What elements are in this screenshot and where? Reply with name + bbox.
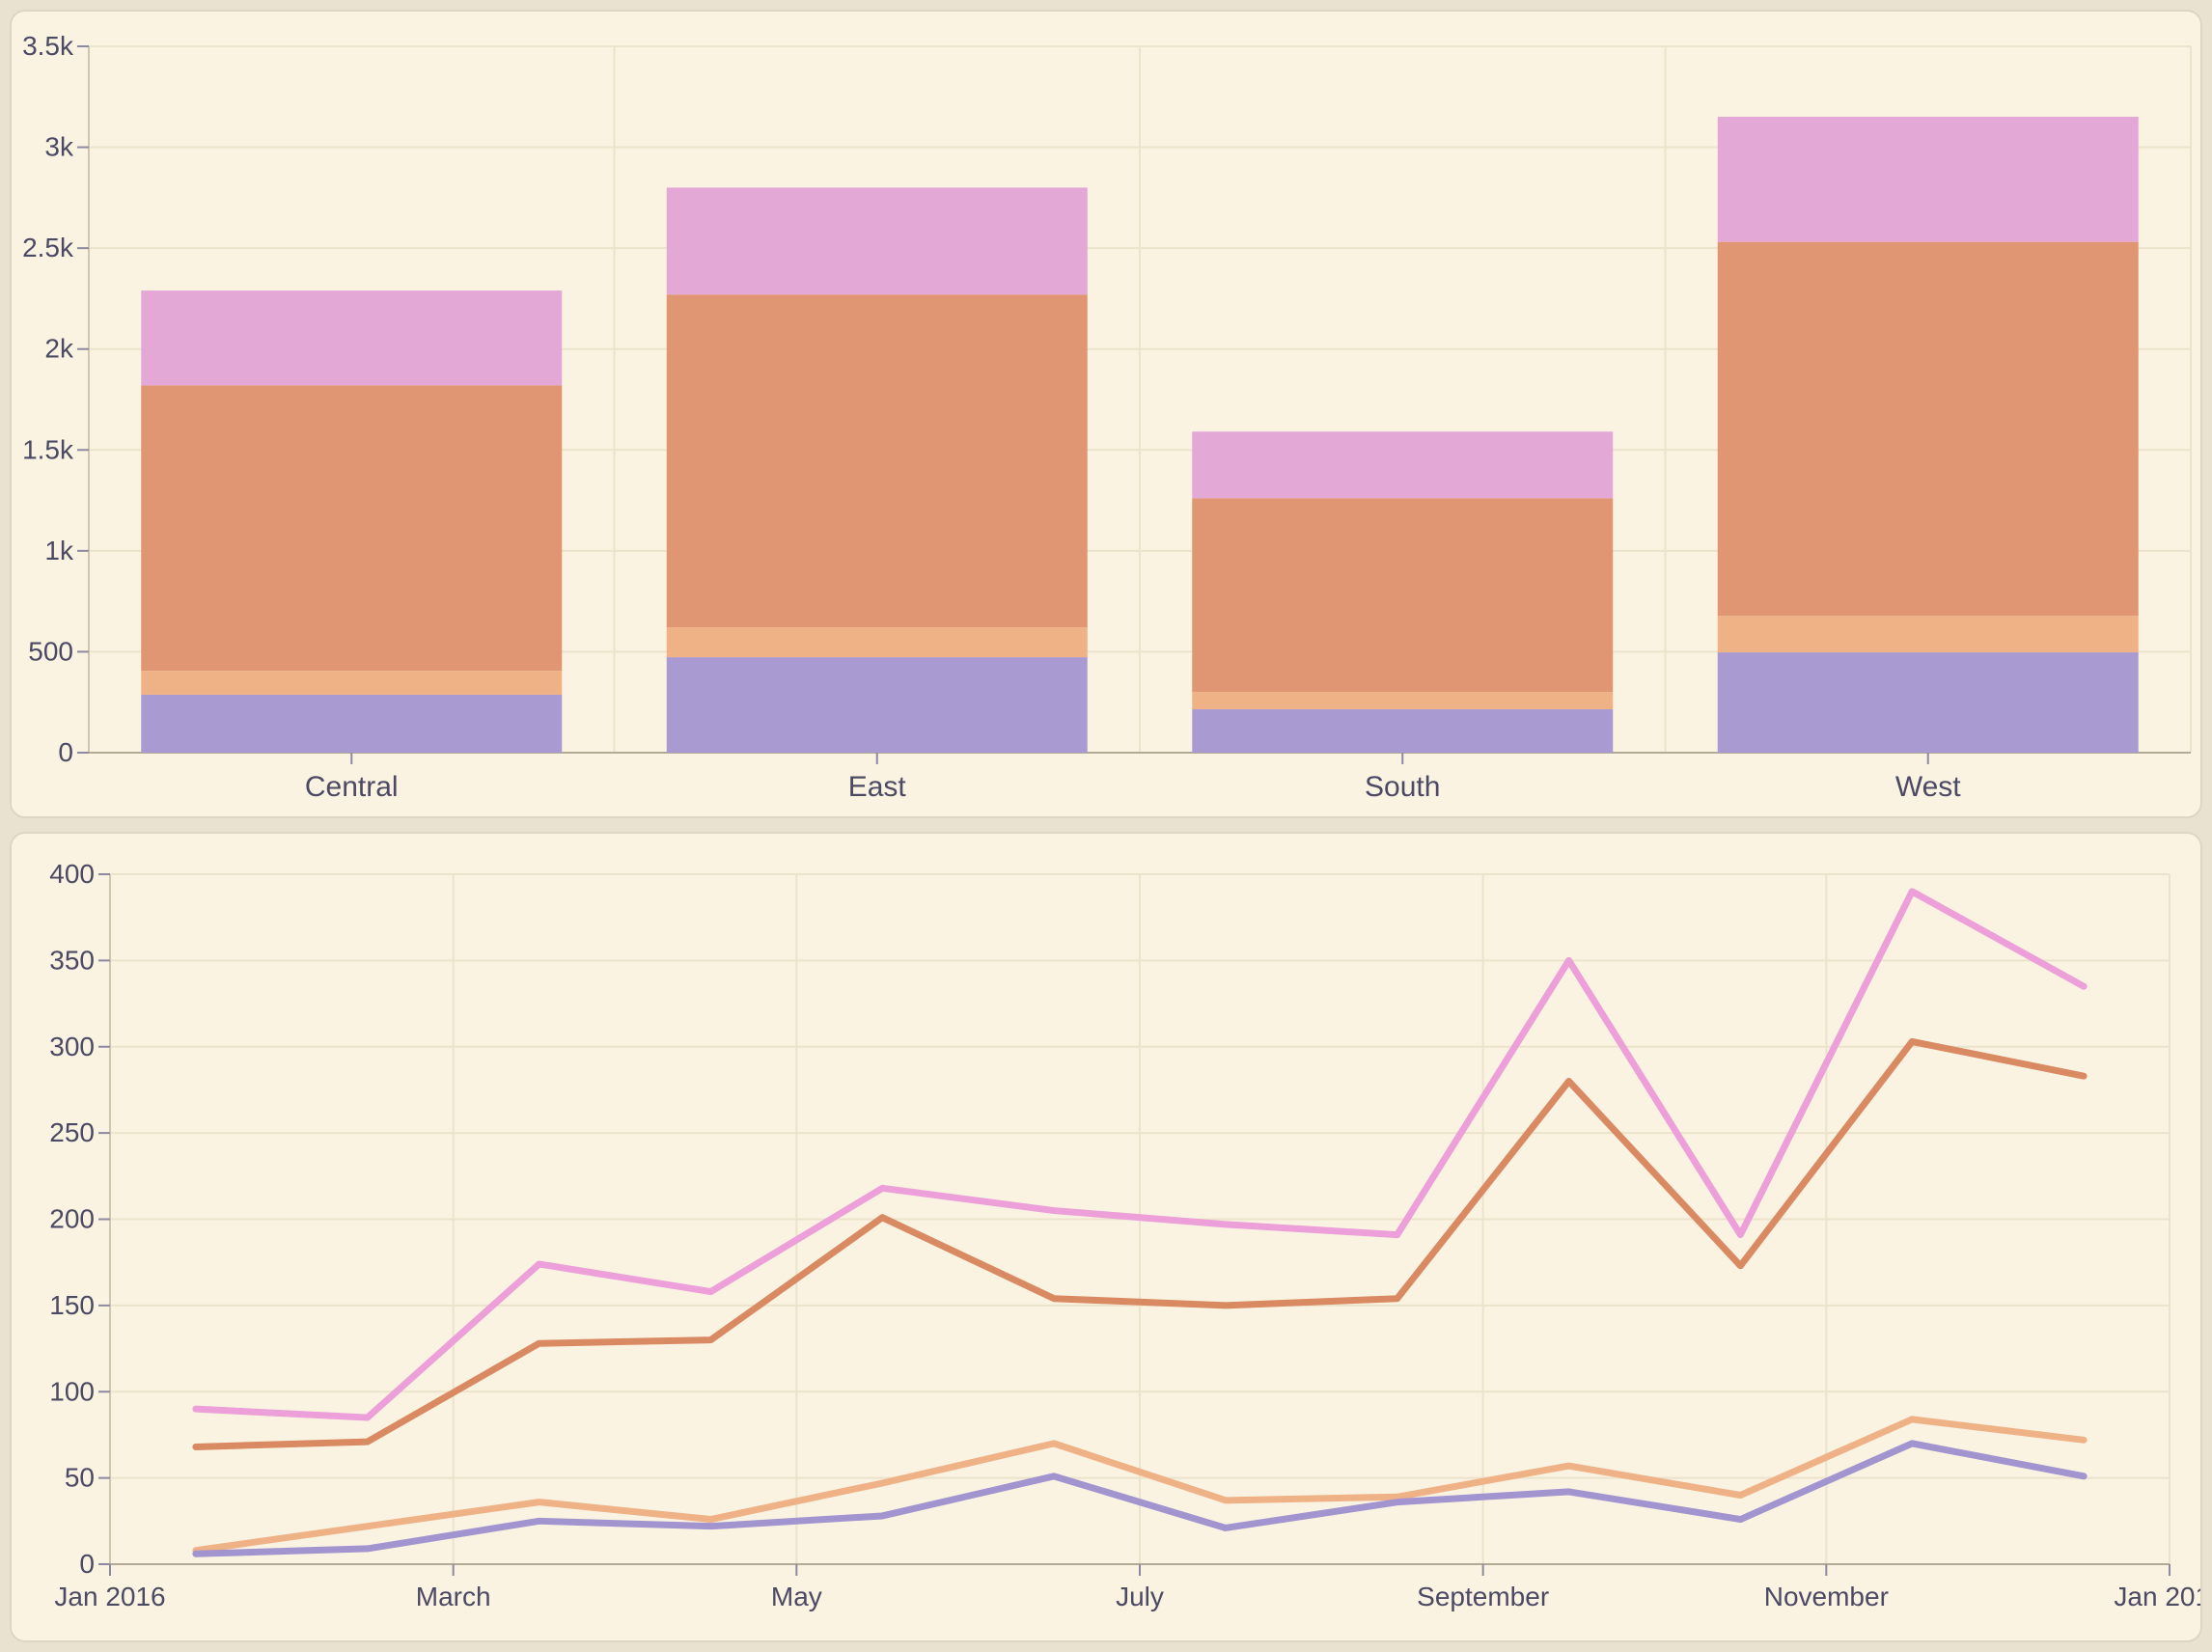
dashboard-page: { "page": { "background": "#e9e2d1", "pa… <box>0 0 2212 1652</box>
y-tick-label: 500 <box>28 636 73 666</box>
category-label-west: West <box>1895 771 1961 803</box>
y-tick-label: 3k <box>44 132 74 162</box>
bar-segment-central-light-orange[interactable] <box>141 671 562 695</box>
category-label-central: Central <box>305 771 399 803</box>
y-tick-label: 200 <box>49 1204 95 1234</box>
bar-segment-west-light-orange[interactable] <box>1718 616 2139 652</box>
y-tick-label: 1k <box>44 536 74 565</box>
x-tick-label: November <box>1764 1582 1889 1611</box>
stacked-bar-chart[interactable]: 0 500 1k 1.5k 2k 2.5k 3k 3.5k Central East South We… <box>12 12 2200 816</box>
y-tick-label: 3.5k <box>22 31 74 61</box>
category-label-east: East <box>848 771 907 803</box>
bar-segment-west-orange[interactable] <box>1718 242 2139 617</box>
y-tick-label: 150 <box>49 1290 95 1320</box>
y-tick-label: 250 <box>49 1117 95 1147</box>
line-chart[interactable]: 0 50 100 150 200 250 300 350 400 Jan 2016 March May… <box>12 834 2200 1640</box>
bar-segment-central-purple[interactable] <box>141 695 562 753</box>
x-tick-label: Jan 2017 <box>2114 1582 2200 1611</box>
x-tick-label: May <box>771 1582 822 1611</box>
bar-segment-west-pink[interactable] <box>1718 117 2139 242</box>
category-label-south: South <box>1365 771 1440 803</box>
y-tick-label: 2.5k <box>22 233 74 262</box>
y-tick-label: 1.5k <box>22 434 74 464</box>
bar-segment-east-purple[interactable] <box>667 657 1088 753</box>
y-tick-label: 50 <box>65 1463 95 1493</box>
y-tick-label: 350 <box>49 945 95 975</box>
stacked-bar-chart-panel: 0 500 1k 1.5k 2k 2.5k 3k 3.5k Central East South We… <box>10 10 2202 818</box>
bar-segment-central-pink[interactable] <box>141 290 562 385</box>
bar-segment-east-orange[interactable] <box>667 294 1088 627</box>
bar-segment-south-purple[interactable] <box>1192 709 1613 753</box>
bar-segment-south-light-orange[interactable] <box>1192 692 1613 709</box>
x-tick-label: July <box>1116 1582 1164 1611</box>
y-tick-label: 100 <box>49 1376 95 1406</box>
y-tick-label: 300 <box>49 1032 95 1061</box>
y-tick-label: 0 <box>58 737 73 767</box>
bar-segment-west-purple[interactable] <box>1718 652 2139 753</box>
bar-segment-central-orange[interactable] <box>141 385 562 671</box>
bar-segment-south-pink[interactable] <box>1192 431 1613 498</box>
x-tick-label: September <box>1417 1582 1549 1611</box>
bar-segment-east-pink[interactable] <box>667 187 1088 294</box>
x-tick-label: Jan 2016 <box>54 1582 165 1611</box>
y-tick-label: 0 <box>79 1549 95 1579</box>
bar-segment-east-light-orange[interactable] <box>667 627 1088 657</box>
x-tick-label: March <box>416 1582 491 1611</box>
y-tick-label: 2k <box>44 334 74 364</box>
line-chart-panel: 0 50 100 150 200 250 300 350 400 Jan 2016 March May… <box>10 832 2202 1642</box>
y-tick-label: 400 <box>49 859 95 889</box>
bar-segment-south-orange[interactable] <box>1192 498 1613 692</box>
